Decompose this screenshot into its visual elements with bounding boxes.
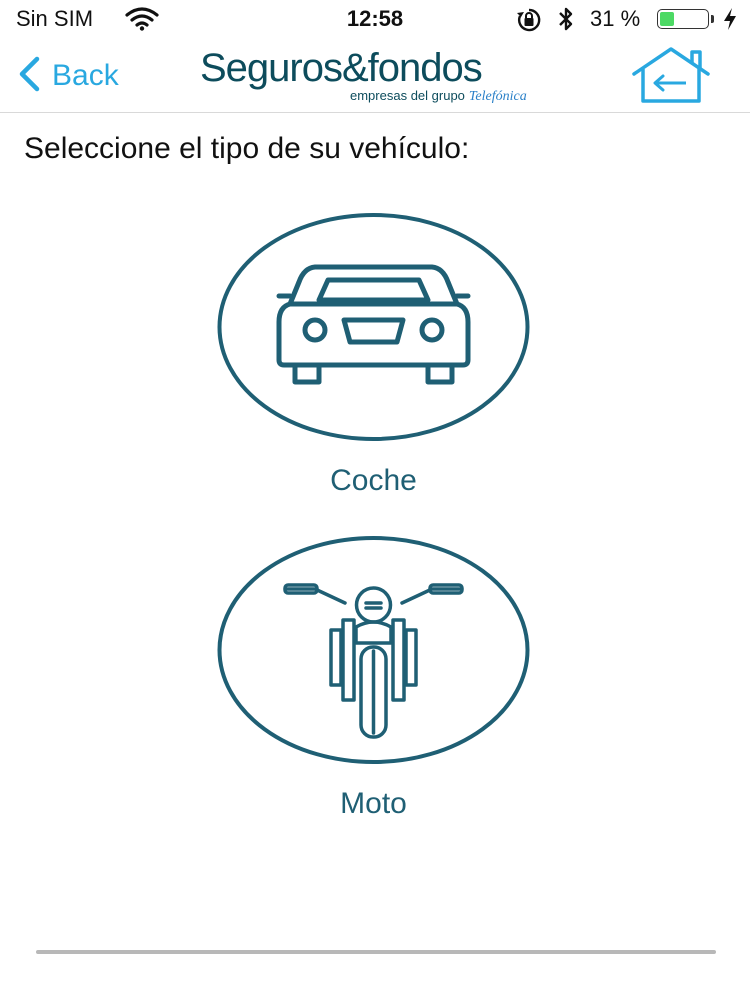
battery-cap [711, 15, 714, 23]
vehicle-label-moto: Moto [340, 787, 407, 820]
back-label: Back [52, 59, 119, 92]
charging-bolt-icon [722, 7, 738, 36]
vehicle-option-moto[interactable]: Moto [217, 535, 530, 821]
logo-wordmark: Seguros&fondos [200, 46, 483, 90]
battery-level-fill [660, 12, 674, 26]
home-back-arrow-icon [628, 47, 714, 108]
scroll-indicator [36, 950, 716, 954]
navigation-bar: Back Seguros&fondos empresas del grupo Te… [0, 40, 750, 113]
motorcycle-icon [217, 535, 530, 765]
home-button[interactable] [628, 46, 714, 109]
vehicle-label-car: Coche [330, 464, 417, 497]
vehicle-option-car[interactable]: Coche [217, 212, 530, 498]
status-bar: Sin SIM 12:58 31 % [0, 0, 750, 40]
page-title: Seleccione el tipo de su vehículo: [24, 132, 470, 165]
logo-tagline: empresas del grupo Telefónica [350, 88, 527, 105]
back-button[interactable]: Back [18, 54, 119, 98]
chevron-left-icon [18, 56, 40, 97]
seguros-fondos-logo: Seguros&fondos empresas del grupo Telefón… [200, 46, 550, 106]
car-icon [217, 212, 530, 442]
battery-percent: 31 % [590, 6, 641, 31]
logo-telefonica: Telefónica [468, 89, 527, 104]
rotation-lock-icon [516, 7, 542, 38]
bluetooth-icon [556, 6, 576, 37]
battery-icon [657, 9, 709, 29]
logo-tagline-text: empresas del grupo [350, 88, 465, 103]
